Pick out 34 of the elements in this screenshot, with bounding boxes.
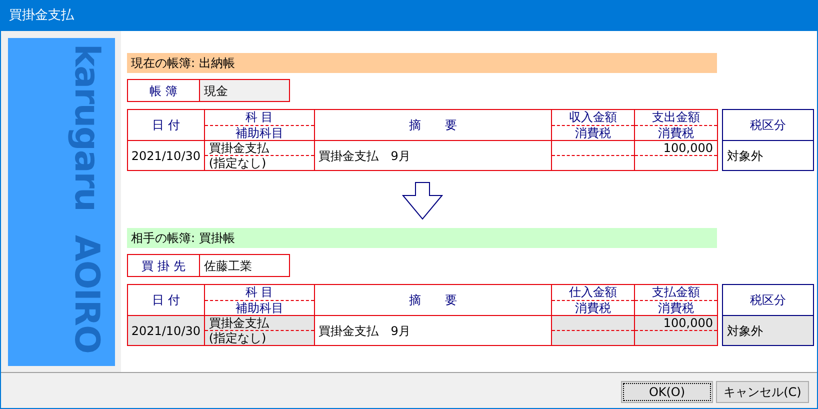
column-label: 支払金額: [652, 286, 700, 298]
cell-text: 100,000: [663, 317, 713, 329]
cell-text: 買掛金支払: [208, 142, 269, 154]
column-label: 補助科目: [235, 302, 284, 314]
column-label: 支出金額: [652, 111, 700, 124]
logo-text: karugaru: [70, 44, 104, 211]
dialog-button[interactable]: キャンセル(C): [716, 381, 809, 403]
cell-text: (指定なし): [208, 157, 266, 169]
column-label: 補助科目: [235, 126, 284, 139]
cell-text: (指定なし): [208, 332, 266, 344]
column-label: 収入金額: [569, 111, 618, 124]
table-cell: 買掛金支払 9月: [314, 141, 552, 170]
down-arrow-icon: [402, 182, 443, 220]
column-label: 消費税: [658, 126, 694, 139]
table-cell: 対象外: [723, 316, 813, 345]
column-label: 科 目: [245, 286, 274, 298]
field-value: 現金: [200, 80, 289, 101]
column-label: 科 目: [245, 111, 274, 124]
table-cell: 買掛金支払 9月: [314, 316, 552, 345]
cell-text: 100,000: [663, 142, 713, 154]
column-header: 日 付: [151, 117, 181, 134]
column-header: 日 付: [151, 292, 181, 309]
cell-text: 買掛金支払: [208, 317, 269, 329]
column-header: 摘 要: [314, 285, 552, 315]
column-label: 消費税: [658, 302, 694, 314]
column-header: 摘 要: [314, 110, 552, 140]
dialog-button[interactable]: OK(O): [621, 381, 713, 403]
window-title: 買掛金支払: [9, 6, 74, 25]
column-label: 消費税: [575, 126, 612, 139]
section-header: 相手の帳簿: 買掛帳: [127, 228, 717, 248]
section-header: 現在の帳簿: 出納帳: [127, 53, 717, 73]
column-label: 消費税: [575, 302, 612, 314]
logo-text: AOIRO: [70, 234, 104, 353]
column-label: 仕入金額: [569, 286, 618, 298]
